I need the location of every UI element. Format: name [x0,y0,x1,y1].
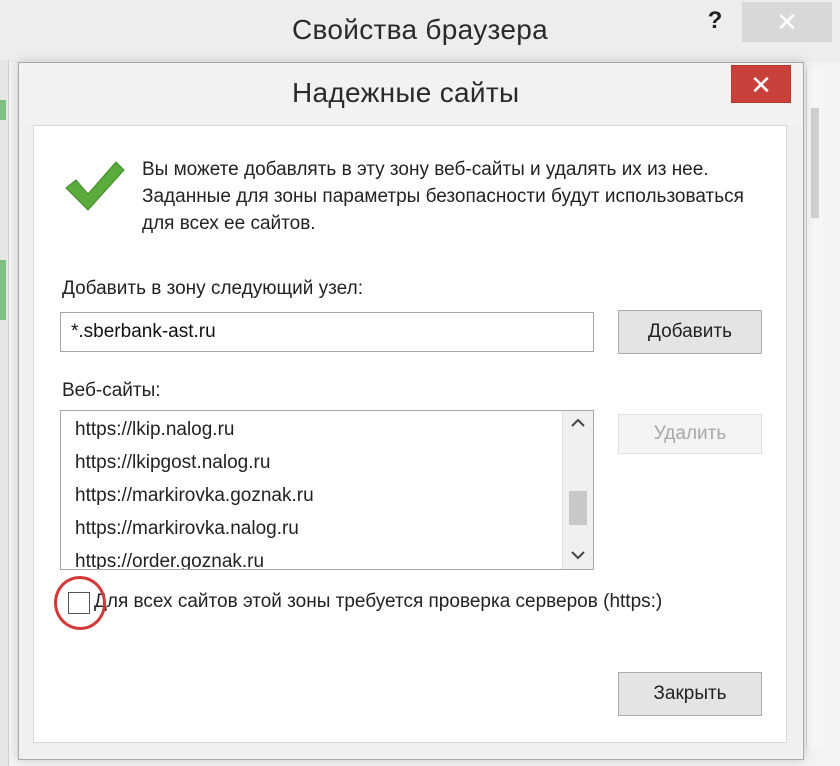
https-required-label[interactable]: Для всех сайтов этой зоны требуется пров… [94,591,662,613]
list-item[interactable]: https://markirovka.goznak.ru [75,485,314,507]
parent-scroll-thumb[interactable] [811,108,819,218]
dialog-close-button[interactable]: ✕ [731,65,791,103]
check-icon [65,161,125,211]
parent-left-edge [0,60,9,766]
parent-scrollbar[interactable] [806,68,823,748]
add-button[interactable]: Добавить [618,310,762,354]
dialog-content: Вы можете добавлять в эту зону веб-сайты… [33,125,787,743]
list-item[interactable]: https://markirovka.nalog.ru [75,518,299,540]
add-site-input[interactable] [60,312,594,352]
list-scroll-thumb[interactable] [569,491,587,525]
websites-list[interactable]: https://lkip.nalog.ru https://lkipgost.n… [60,410,594,570]
close-button[interactable]: Закрыть [618,672,762,716]
remove-button[interactable]: Удалить [618,414,762,454]
intro-text: Вы можете добавлять в эту зону веб-сайты… [142,159,744,234]
edge-accent [0,100,6,120]
parent-window-title: Свойства браузера [292,14,548,45]
help-button[interactable]: ? [700,6,730,36]
browser-properties-window: Свойства браузера ? ✕ Надежные сайты ✕ В… [0,0,840,766]
edge-accent [0,260,6,320]
dialog-titlebar: Надежные сайты ✕ [19,63,803,125]
list-item[interactable]: https://order.goznak.ru [75,551,264,569]
chevron-down-icon[interactable] [563,543,593,569]
websites-label: Веб-сайты: [62,380,161,401]
list-item[interactable]: https://lkipgost.nalog.ru [75,452,270,474]
annotation-circle [50,572,110,634]
parent-titlebar: Свойства браузера ? ✕ [0,0,840,62]
parent-close-button[interactable]: ✕ [742,2,832,42]
add-site-label: Добавить в зону следующий узел: [62,278,363,299]
list-item[interactable]: https://lkip.nalog.ru [75,419,234,441]
list-scrollbar[interactable] [562,411,593,569]
chevron-up-icon[interactable] [563,411,593,437]
trusted-sites-dialog: Надежные сайты ✕ Вы можете добавлять в э… [18,62,804,760]
dialog-title: Надежные сайты [292,77,520,108]
